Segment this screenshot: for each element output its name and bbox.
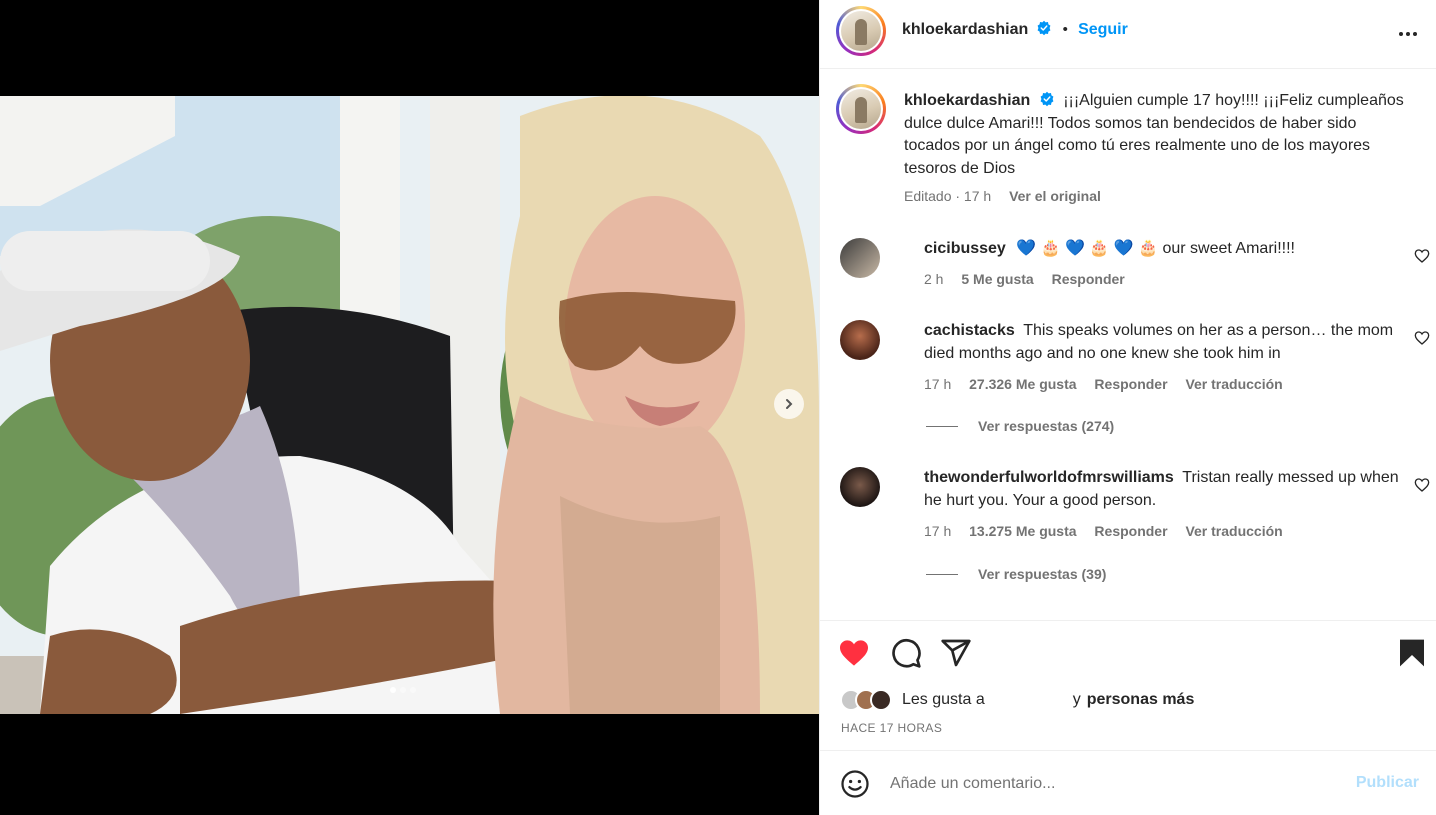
carousel-dot bbox=[390, 687, 396, 693]
comments-list[interactable]: khloekardashian ¡¡¡Alguien cumple 17 hoy… bbox=[820, 70, 1436, 620]
heart-filled-icon[interactable] bbox=[838, 637, 870, 669]
liker-avatars bbox=[840, 689, 892, 711]
likes-others[interactable]: personas más bbox=[1087, 691, 1195, 709]
reply-button[interactable]: Responder bbox=[1094, 376, 1167, 392]
comment-likes[interactable]: 13.275 Me gusta bbox=[969, 523, 1076, 539]
comment-meta: 17 h 13.275 Me gusta Responder Ver tradu… bbox=[924, 523, 1297, 539]
view-replies-button[interactable]: Ver respuestas (274) bbox=[926, 418, 1114, 434]
replies-divider bbox=[926, 573, 958, 575]
comment-body: thewonderfulworldofmrswilliams Tristan r… bbox=[924, 467, 1414, 512]
carousel-dot bbox=[410, 687, 416, 693]
view-replies-label: Ver respuestas (274) bbox=[978, 418, 1115, 434]
separator-dot: • bbox=[1062, 21, 1068, 38]
comment-likes[interactable]: 27.326 Me gusta bbox=[969, 376, 1076, 392]
comment-text: 💙 🎂 💙 🎂 💙 🎂 our sweet Amari!!!! bbox=[1016, 240, 1295, 257]
liker-avatar bbox=[870, 689, 892, 711]
ellipsis-icon[interactable] bbox=[1396, 22, 1420, 46]
comment-username[interactable]: cicibussey bbox=[924, 240, 1006, 257]
comment-username[interactable]: thewonderfulworldofmrswilliams bbox=[924, 469, 1174, 486]
author-avatar-image bbox=[841, 11, 881, 51]
translate-link[interactable]: Ver traducción bbox=[1185, 376, 1282, 392]
comment-username[interactable]: cachistacks bbox=[924, 322, 1015, 339]
comment-input[interactable] bbox=[890, 769, 1340, 799]
likes-and: y bbox=[1072, 691, 1081, 708]
translate-link[interactable]: Ver traducción bbox=[1185, 523, 1282, 539]
verified-badge-icon bbox=[1038, 20, 1051, 36]
heart-outline-icon[interactable] bbox=[1414, 248, 1430, 264]
heart-outline-icon[interactable] bbox=[1414, 477, 1430, 493]
carousel-dot bbox=[400, 687, 406, 693]
comment-likes[interactable]: 5 Me gusta bbox=[961, 271, 1033, 287]
bookmark-filled-icon[interactable] bbox=[1396, 637, 1428, 669]
reply-button[interactable]: Responder bbox=[1052, 271, 1125, 287]
caption-meta: Editado · 17 h Ver el original bbox=[904, 188, 1101, 204]
caption-author-avatar[interactable] bbox=[836, 84, 886, 134]
comment-bubble-icon[interactable] bbox=[890, 637, 922, 669]
caption-avatar-image bbox=[841, 89, 881, 129]
commenter-avatar[interactable] bbox=[840, 320, 880, 360]
comment-time: 2 h bbox=[924, 271, 944, 287]
likes-prefix: Les gusta a bbox=[902, 691, 985, 708]
comment-meta: 2 h 5 Me gusta Responder bbox=[924, 271, 1139, 287]
reply-button[interactable]: Responder bbox=[1094, 523, 1167, 539]
comment-body: cicibussey 💙 🎂 💙 🎂 💙 🎂 our sweet Amari!!… bbox=[924, 238, 1414, 261]
follow-button[interactable]: Seguir bbox=[1078, 21, 1128, 38]
heart-outline-icon[interactable] bbox=[1414, 330, 1430, 346]
view-replies-button[interactable]: Ver respuestas (39) bbox=[926, 566, 1106, 582]
author-avatar[interactable] bbox=[836, 6, 886, 56]
caption-edited: Editado · 17 h bbox=[904, 188, 992, 204]
see-original-link[interactable]: Ver el original bbox=[1009, 188, 1101, 204]
caption-body: khloekardashian ¡¡¡Alguien cumple 17 hoy… bbox=[904, 90, 1404, 180]
smiley-icon[interactable] bbox=[840, 769, 870, 799]
commenter-avatar[interactable] bbox=[840, 467, 880, 507]
publish-button[interactable]: Publicar bbox=[1356, 774, 1419, 792]
replies-divider bbox=[926, 425, 958, 427]
comment-time: 17 h bbox=[924, 523, 952, 539]
comment-meta: 17 h 27.326 Me gusta Responder Ver tradu… bbox=[924, 376, 1297, 392]
verified-badge-icon bbox=[1040, 91, 1054, 107]
photo-illustration bbox=[0, 96, 819, 714]
carousel-indicator bbox=[390, 687, 416, 693]
comment-time: 17 h bbox=[924, 376, 952, 392]
view-replies-label: Ver respuestas (39) bbox=[978, 566, 1107, 582]
commenter-avatar[interactable] bbox=[840, 238, 880, 278]
post-photo[interactable] bbox=[0, 96, 819, 714]
paper-plane-icon[interactable] bbox=[940, 637, 972, 669]
post-timestamp[interactable]: HACE 17 HORAS bbox=[841, 721, 942, 735]
post-sidebar: khloekardashian • Seguir khloekardashian bbox=[819, 0, 1436, 815]
comment-body: cachistacks This speaks volumes on her a… bbox=[924, 320, 1414, 365]
carousel-next-button[interactable] bbox=[774, 389, 804, 419]
add-comment-bar: Publicar bbox=[820, 750, 1436, 815]
caption-username[interactable]: khloekardashian bbox=[904, 92, 1030, 109]
likes-summary[interactable]: Les gusta a y personas más bbox=[840, 689, 1194, 711]
post-media bbox=[0, 0, 819, 815]
post-header: khloekardashian • Seguir bbox=[820, 0, 1436, 69]
post-actions: Les gusta a y personas más HACE 17 HORAS bbox=[820, 620, 1436, 750]
author-username[interactable]: khloekardashian bbox=[902, 21, 1028, 38]
chevron-right-icon bbox=[786, 399, 793, 409]
